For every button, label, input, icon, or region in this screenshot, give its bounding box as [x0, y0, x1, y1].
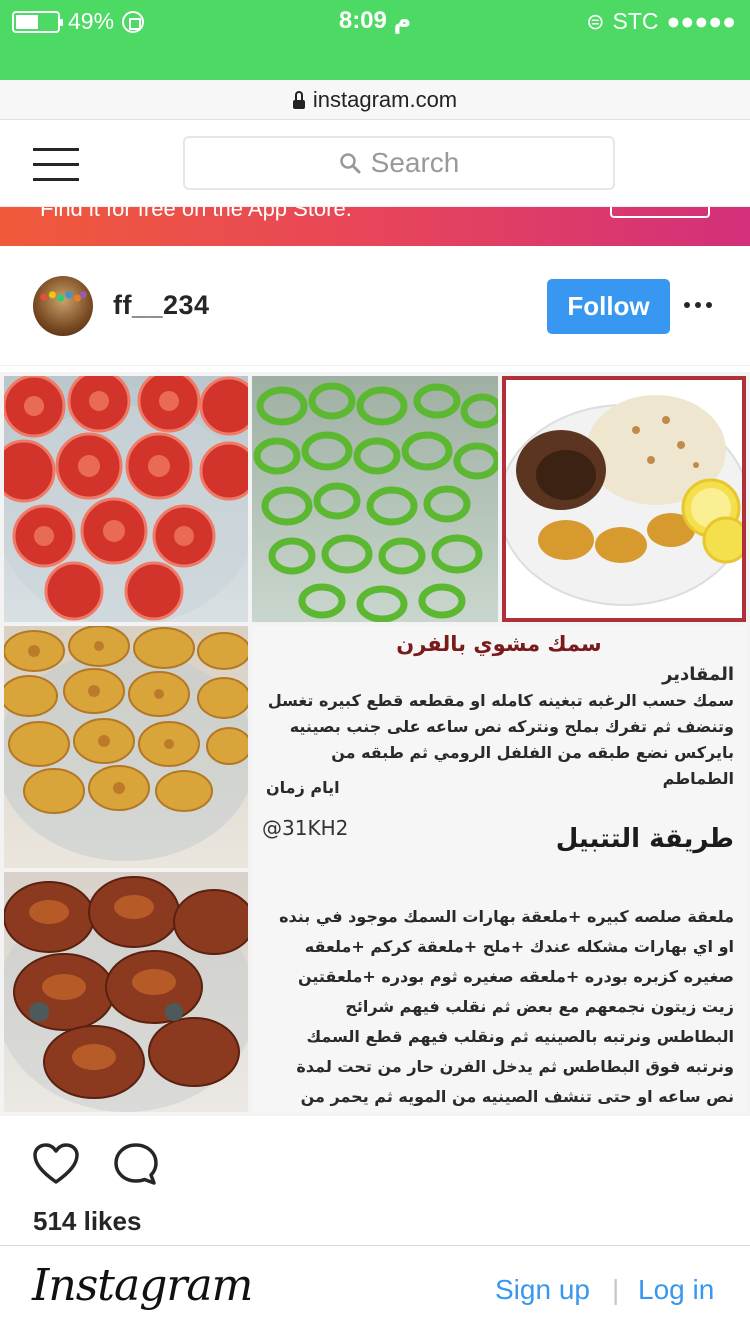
- comment-icon[interactable]: [112, 1142, 160, 1186]
- recipe-title: سمك مشوي بالفرن: [396, 632, 602, 656]
- recipe-text-panel: سمك مشوي بالفرن المقادير سمك حسب الرغبه …: [252, 626, 746, 1112]
- tomato-photo: [4, 376, 248, 622]
- likes-count[interactable]: 514 likes: [33, 1206, 141, 1237]
- hamburger-menu-icon[interactable]: [33, 146, 79, 182]
- footer-bar: Instagram Sign up | Log in: [0, 1245, 750, 1334]
- heart-icon[interactable]: [32, 1142, 80, 1186]
- plated-dish-photo: [502, 376, 746, 622]
- url-text[interactable]: instagram.com: [313, 87, 457, 113]
- instagram-header: Search: [0, 121, 750, 207]
- pepper-photo: [252, 376, 498, 622]
- method-text: ملعقة صلصه كبيره +ملعقة بهارات السمك موج…: [279, 907, 734, 1106]
- more-options-icon[interactable]: [684, 302, 712, 310]
- search-input[interactable]: Search: [183, 136, 615, 190]
- post-image[interactable]: سمك مشوي بالفرن المقادير سمك حسب الرغبه …: [0, 372, 750, 1116]
- time-suffix: م: [393, 7, 412, 34]
- link-icon: ⊜: [586, 8, 605, 34]
- potato-slices-photo: [4, 626, 248, 868]
- search-icon: [339, 153, 361, 174]
- lock-icon: [292, 90, 305, 109]
- avatar[interactable]: [33, 276, 93, 336]
- status-bar: 49% م 8:09 ⊜ STC ●●●●●: [0, 0, 750, 80]
- status-right: ⊜ STC ●●●●●: [586, 8, 736, 35]
- post-header: ff__234 Follow: [0, 246, 750, 366]
- post-actions: [0, 1130, 750, 1200]
- recipe-credit: ايام زمان: [266, 778, 340, 797]
- method-heading: طريقة التتبيل: [555, 824, 734, 854]
- instagram-logo[interactable]: Instagram: [32, 1260, 253, 1311]
- address-bar[interactable]: instagram.com: [0, 80, 750, 120]
- carrier-name: STC: [612, 8, 659, 34]
- post-username[interactable]: ff__234: [113, 290, 210, 321]
- login-link[interactable]: Log in: [638, 1274, 714, 1306]
- ingredients-heading: المقادير: [662, 664, 734, 685]
- follow-button[interactable]: Follow: [547, 279, 670, 334]
- time-value: 8:09: [338, 7, 387, 34]
- ingredients-text: سمك حسب الرغبه تبغينه كامله او مقطعه قطع…: [267, 691, 734, 788]
- footer-separator: |: [612, 1274, 620, 1305]
- signup-link[interactable]: Sign up: [495, 1274, 590, 1306]
- baked-fish-photo: [4, 872, 248, 1112]
- signal-dots: ●●●●●: [666, 8, 736, 34]
- search-placeholder: Search: [370, 147, 460, 178]
